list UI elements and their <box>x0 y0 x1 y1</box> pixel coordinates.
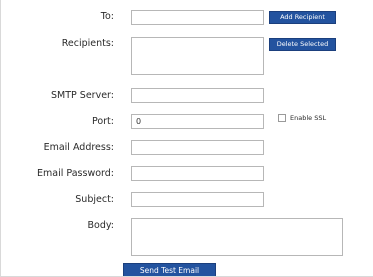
add-recipient-button[interactable]: Add Recipient <box>269 11 336 24</box>
email-settings-form: To: Add Recipient Recipients: Delete Sel… <box>0 0 373 277</box>
body-label: Body: <box>87 220 115 231</box>
email-password-input[interactable] <box>131 166 264 181</box>
port-label: Port: <box>91 116 114 127</box>
email-address-label: Email Address: <box>43 142 114 153</box>
subject-label: Subject: <box>75 194 114 205</box>
recipients-list[interactable] <box>131 37 264 75</box>
to-input[interactable] <box>131 10 264 25</box>
email-password-label: Email Password: <box>37 168 114 179</box>
smtp-server-label: SMTP Server: <box>51 90 114 101</box>
email-address-input[interactable] <box>131 140 264 155</box>
send-test-email-button[interactable]: Send Test Email <box>123 263 216 276</box>
port-input[interactable] <box>131 114 264 129</box>
recipients-label: Recipients: <box>61 38 114 49</box>
enable-ssl-label: Enable SSL <box>290 114 327 122</box>
smtp-server-input[interactable] <box>131 88 264 103</box>
body-textarea[interactable] <box>131 218 343 256</box>
delete-selected-button[interactable]: Delete Selected <box>269 38 336 51</box>
subject-input[interactable] <box>131 192 264 207</box>
enable-ssl-checkbox[interactable] <box>278 114 286 122</box>
to-label: To: <box>100 11 114 22</box>
